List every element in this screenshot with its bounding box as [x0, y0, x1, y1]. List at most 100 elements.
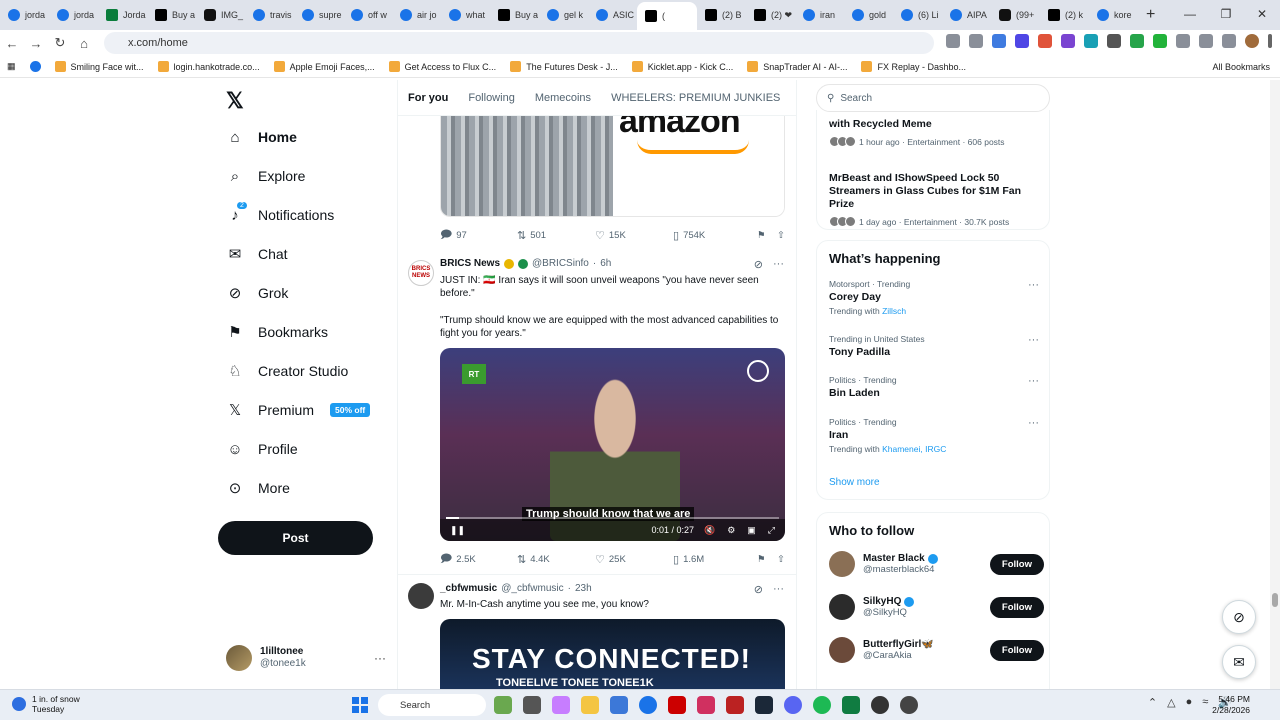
browser-tab[interactable]: (2) B [697, 2, 746, 28]
browser-tab[interactable]: Buy a [490, 2, 539, 28]
more-dots-icon[interactable]: ··· [773, 583, 784, 596]
bookmark-item[interactable]: Kicklet.app - Kick C... [625, 61, 741, 72]
app-icon[interactable] [900, 696, 918, 714]
sidebar-icon[interactable] [1199, 34, 1213, 48]
kebab-menu-icon[interactable] [1268, 34, 1272, 48]
pause-icon[interactable]: ❚❚ [450, 525, 465, 536]
follow-suggestion[interactable]: SilkyHQ @SilkyHQ Follow [829, 592, 1044, 622]
bookmark-item[interactable]: Smiling Face wit... [48, 61, 151, 72]
trend-item[interactable]: Motorsport · Trending Corey Day Trending w… [829, 279, 1039, 316]
tab-wha[interactable]: WHA [790, 92, 796, 104]
extension-icon[interactable] [992, 34, 1006, 48]
sidebar-item-chat[interactable]: ✉ Chat [226, 245, 288, 263]
bookmark-item[interactable]: SnapTrader AI - AI-... [740, 61, 854, 72]
post-cbfwmusic[interactable]: _cbfwmusic @_cbfwmusic · 23h ⊘ ··· Mr. M… [398, 574, 796, 689]
sidebar-item-creator-studio[interactable]: ♘ Creator Studio [226, 362, 348, 380]
tab-for-you[interactable]: For you [398, 92, 458, 104]
star-icon[interactable] [969, 34, 983, 48]
sidebar-item-bookmarks[interactable]: ⚑ Bookmarks [226, 323, 328, 341]
chrome-icon[interactable] [639, 696, 657, 714]
search-input[interactable]: ⚲ Search [816, 84, 1050, 112]
browser-tab[interactable]: gel k [539, 2, 588, 28]
extension-icon[interactable] [1038, 34, 1052, 48]
bookmark-post-icon[interactable]: ⚑ [757, 554, 777, 565]
more-dots-icon[interactable]: ··· [1028, 279, 1039, 291]
trend-context-link[interactable]: Khamenei, IRGC [882, 444, 946, 454]
browser-tab[interactable]: air jo [392, 2, 441, 28]
puzzle-icon[interactable] [1176, 34, 1190, 48]
grok-icon[interactable]: ⊘ [754, 583, 763, 596]
sidebar-item-profile[interactable]: ☺ Profile [226, 440, 297, 458]
browser-tab[interactable]: Buy a [147, 2, 196, 28]
sidebar-item-premium[interactable]: 𝕏 Premium 50% off [226, 401, 371, 419]
news-item[interactable]: MrBeast and IShowSpeed Lock 50 Streamers… [829, 172, 1044, 227]
follow-suggestion[interactable]: Master Black @masterblack64 Follow [829, 549, 1044, 579]
browser-tab[interactable]: (99+ [991, 2, 1040, 28]
browser-tab[interactable]: what [441, 2, 490, 28]
bookmark-post-icon[interactable]: ⚑ [757, 230, 777, 241]
excel-icon[interactable] [842, 696, 860, 714]
share-icon[interactable]: ⇧ [777, 554, 785, 565]
chrome-bookmark-icon[interactable] [23, 61, 48, 72]
file-explorer-icon[interactable] [581, 696, 599, 714]
avatar[interactable]: BRICS NEWS [408, 260, 434, 286]
follow-button[interactable]: Follow [989, 596, 1044, 618]
avatar[interactable] [408, 583, 434, 609]
app-icon[interactable] [697, 696, 715, 714]
weather-widget[interactable]: 1 in. of snow Tuesday [12, 694, 80, 714]
browser-tab[interactable]: Jorda [98, 2, 147, 28]
browser-tab[interactable]: ( [637, 2, 697, 30]
browser-tab[interactable]: IMG_ [196, 2, 245, 28]
more-dots-icon[interactable]: ··· [1028, 375, 1039, 387]
grok-icon[interactable]: ⊘ [1222, 600, 1256, 634]
messages-icon[interactable]: ✉ [1222, 645, 1256, 679]
sidebar-item-more[interactable]: ⊙ More [226, 479, 290, 497]
post-button[interactable]: Post [218, 521, 373, 555]
reload-icon[interactable]: ↻ [48, 35, 72, 51]
bookmark-item[interactable]: Get Access to Flux C... [382, 61, 504, 72]
trend-item[interactable]: Trending in United States Tony Padilla ··· [829, 334, 1039, 358]
wifi-icon[interactable]: ≈ [1202, 696, 1208, 709]
browser-tab[interactable]: (2) ❤ [746, 2, 795, 28]
bookmark-item[interactable]: The Futures Desk - J... [503, 61, 625, 72]
settings-gear-icon[interactable]: ⚙ [727, 525, 735, 536]
url-input[interactable]: x.com/home [104, 32, 934, 54]
profile-avatar-icon[interactable] [1245, 34, 1259, 48]
browser-tab[interactable]: (2) k [1040, 2, 1089, 28]
extension-icon[interactable] [1084, 34, 1098, 48]
apps-grid-icon[interactable]: ▦ [0, 61, 23, 72]
share-icon[interactable]: ⇧ [777, 230, 785, 241]
fullscreen-icon[interactable]: ⤢ [768, 525, 775, 536]
account-switcher[interactable]: 1lilltonee @tonee1k ··· [226, 643, 386, 673]
copilot-icon[interactable] [552, 696, 570, 714]
author-name[interactable]: BRICS News [440, 258, 500, 269]
tab-wheelers-premium-junkies[interactable]: WHEELERS: PREMIUM JUNKIES [601, 92, 790, 104]
browser-tab[interactable]: gold [844, 2, 893, 28]
tab-memecoins[interactable]: Memecoins [525, 92, 601, 104]
bookmark-item[interactable]: login.hankotrade.co... [151, 61, 267, 72]
browser-tab[interactable]: kore [1089, 2, 1138, 28]
back-icon[interactable]: ← [0, 36, 24, 51]
show-more-link[interactable]: Show more [829, 477, 880, 488]
repost-button[interactable]: ⇅ 501 [517, 229, 595, 242]
app-icon[interactable] [494, 696, 512, 714]
app-icon[interactable] [523, 696, 541, 714]
close-window-icon[interactable]: ✕ [1244, 0, 1280, 30]
grok-icon[interactable]: ⊘ [754, 258, 763, 271]
reply-button[interactable]: 🗩 97 [440, 226, 517, 245]
sidebar-item-home[interactable]: ⌂ Home [226, 128, 296, 146]
news-item[interactable]: with Recycled Meme 1 hour ago · Entertain… [829, 118, 1044, 147]
browser-tab[interactable]: supre [294, 2, 343, 28]
chevron-up-icon[interactable]: ⌃ [1148, 696, 1157, 709]
app-icon[interactable] [610, 696, 628, 714]
avatar[interactable] [829, 551, 855, 577]
browser-tab[interactable]: jorda [0, 2, 49, 28]
views-button[interactable]: ▯ 754K [673, 229, 757, 242]
menu-lines-icon[interactable] [1222, 34, 1236, 48]
like-button[interactable]: ♡ 15K [595, 229, 673, 242]
follow-button[interactable]: Follow [989, 553, 1044, 575]
extension-icon[interactable] [1130, 34, 1144, 48]
minimize-icon[interactable]: — [1172, 0, 1208, 30]
video-player[interactable]: RT Trump should know that we are ❚❚ 0:01… [440, 348, 785, 541]
all-bookmarks-button[interactable]: All Bookmarks [1212, 62, 1270, 72]
